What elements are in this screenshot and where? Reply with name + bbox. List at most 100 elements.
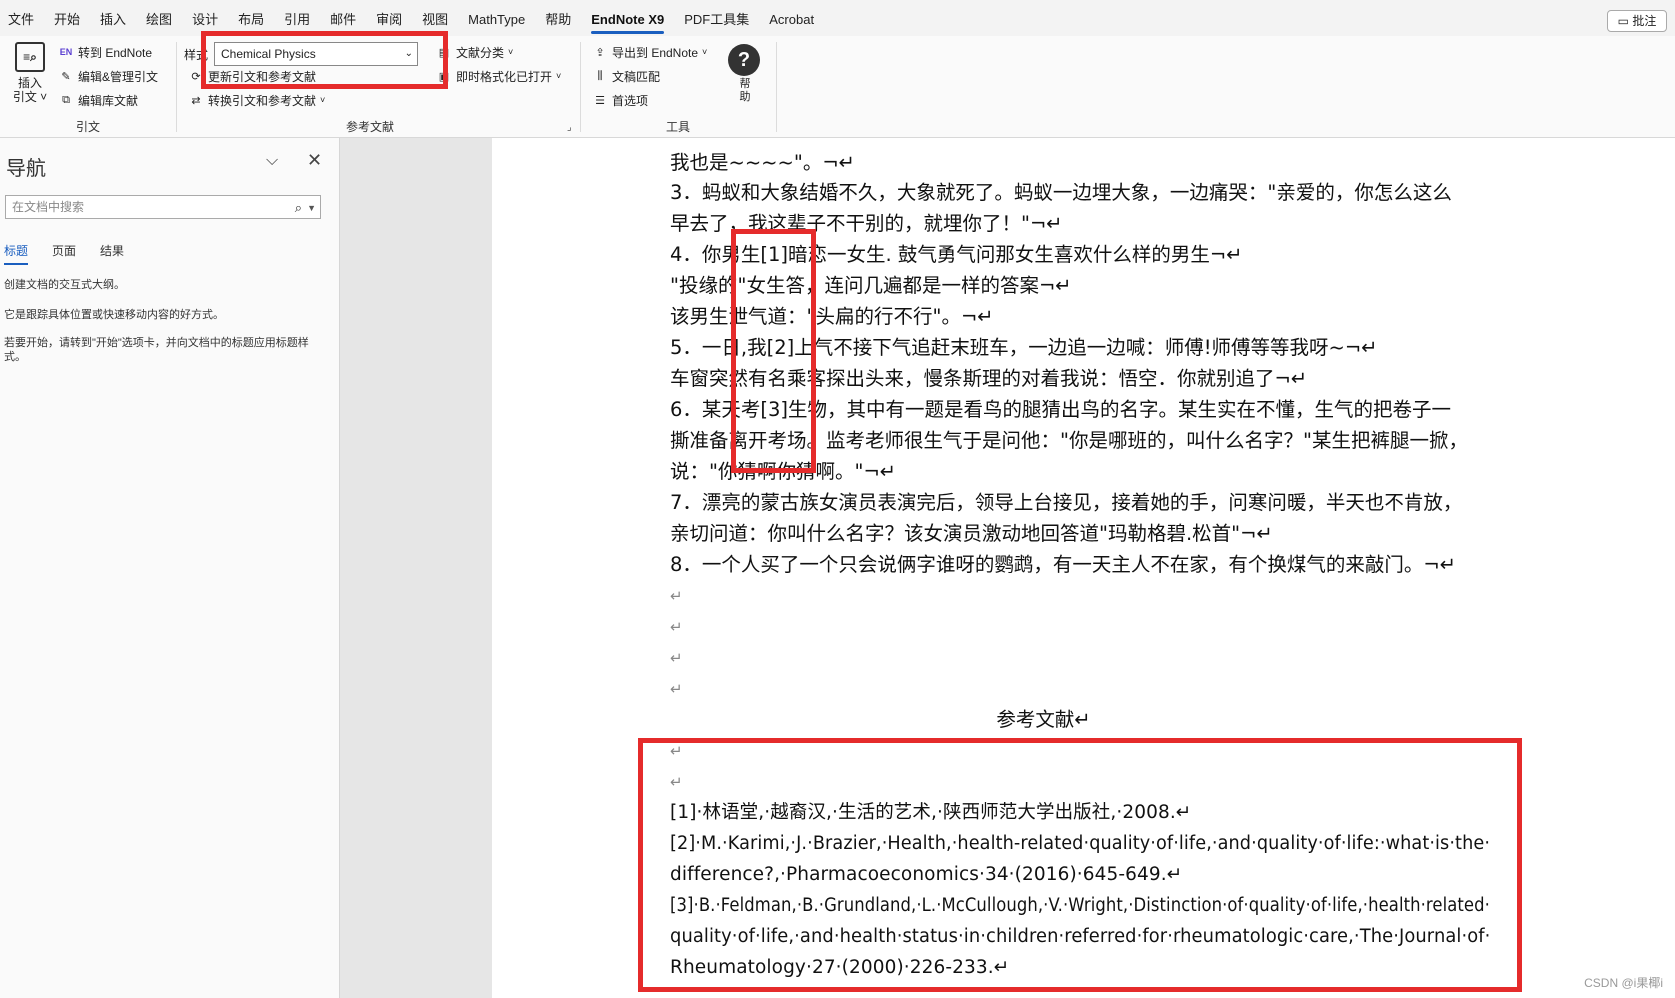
ribbon-separator [580,42,581,132]
reference-entry: [1]·林语堂,·越裔汉,·生活的艺术,·陕西师范大学出版社,·2008.↵ [670,802,1192,823]
export-icon: ⇪ [595,46,605,59]
doc-line: 亲切问道：你叫什么名字？该女演员激动地回答道"玛勒格碧.松首"¬↵ [670,522,1273,545]
tab-mailings[interactable]: 邮件 [320,0,366,36]
nav-tab-results[interactable]: 结果 [100,242,124,265]
edit-manage-citations-button[interactable]: ✎ 编辑&管理引文 [58,66,158,86]
ribbon: ≡⌕ 插入 引文 ˅ EN 转到 EndNote ✎ 编辑&管理引文 ⧉ 编辑库… [0,36,1675,138]
insert-citation-icon: ≡⌕ [15,42,45,72]
manuscript-matcher-button[interactable]: ⫼ 文稿匹配 [592,66,660,86]
tab-endnote[interactable]: EndNote X9 [581,0,674,36]
tab-design[interactable]: 设计 [182,0,228,36]
group-label-citations: 引文 [76,120,101,134]
preferences-button[interactable]: ☰ 首选项 [592,90,648,110]
help-button[interactable]: ? 帮 助 [728,44,762,104]
reference-entry: Rheumatology·27·(2000)·226-233.↵ [670,957,1010,978]
paragraph-mark: ↵ [670,618,683,636]
chevron-down-icon: ⌄ [404,48,413,59]
comment-icon: ▭ [1617,14,1629,28]
group-label-bibliography: 参考文献 [346,120,395,134]
edit-library-icon: ⧉ [62,93,70,106]
nav-help-text: 若要开始，请转到"开始"选项卡，并向文档中的标题应用标题样式。 [4,337,309,363]
paragraph-mark: ↵ [670,649,683,667]
doc-line: 6．某天考[3]生物，其中有一题是看鸟的腿猜出鸟的名字。某生实在不懂，生气的把卷… [670,398,1452,421]
edit-citation-icon: ✎ [61,70,71,83]
tab-help[interactable]: 帮助 [535,0,581,36]
tab-layout[interactable]: 布局 [228,0,274,36]
tab-insert[interactable]: 插入 [90,0,136,36]
close-icon[interactable]: ✕ [307,150,322,171]
goto-endnote-button[interactable]: EN 转到 EndNote [58,42,152,62]
chevron-down-icon: ˅ [702,47,708,57]
nav-search-input[interactable]: 在文档中搜索 ⌕ ▼ [5,195,321,219]
paragraph-mark: ↵ [670,587,683,605]
reference-entry: [2]·M.·Karimi,·J.·Brazier,·Health,·healt… [670,833,1491,854]
navigation-pane: 导航 ⌵ ✕ 在文档中搜索 ⌕ ▼ 标题 页面 结果 创建文档的交互式大纲。 它… [0,138,340,998]
update-icon: ⟳ [191,70,201,83]
references-heading: 参考文献↵ [996,708,1091,731]
endnote-icon: EN [59,47,73,57]
doc-line: 5．一日,我[2]上气不接下气追赶末班车，一边追一边喊：师傅!师傅等等我呀~¬↵ [670,336,1378,359]
doc-line: "投缘的"女生答，连问几遍都是一样的答案¬↵ [670,274,1072,297]
categorize-refs-button[interactable]: ▤ 文献分类 ˅ [436,42,513,62]
reference-entry: quality·of·life,·and·health·status·in·ch… [670,926,1491,947]
doc-line: 7．漂亮的蒙古族女演员表演完后，领导上台接见，接着她的手，问寒问暖，半天也不肯放… [670,491,1463,514]
preferences-icon: ☰ [595,94,605,107]
watermark: CSDN @i果椰i [1584,976,1663,990]
doc-line: 撕准备离开考场。监考老师很生气于是问他："你是哪班的，叫什么名字？"某生把裤腿一… [670,429,1468,452]
instant-format-button[interactable]: ▣ 即时格式化已打开 ˅ [436,66,561,86]
tab-view[interactable]: 视图 [412,0,458,36]
nav-title: 导航 [6,158,46,180]
nav-tab-pages[interactable]: 页面 [52,242,76,265]
paragraph-mark: ↵ [670,773,683,791]
doc-line: 说："你猜啊你猜啊。"¬↵ [670,460,897,483]
ribbon-separator [776,42,777,132]
help-icon: ? [728,44,760,76]
update-citations-button[interactable]: ⟳ 更新引文和参考文献 [188,66,316,86]
tab-mathtype[interactable]: MathType [458,0,535,36]
search-icon[interactable]: ⌕ [295,197,302,219]
tab-pdf-tools[interactable]: PDF工具集 [674,0,759,36]
edit-library-refs-button[interactable]: ⧉ 编辑库文献 [58,90,138,110]
paragraph-mark: ↵ [670,742,683,760]
nav-help-text: 创建文档的交互式大纲。 [4,279,125,291]
matcher-icon: ⫼ [597,69,603,82]
tab-review[interactable]: 审阅 [366,0,412,36]
style-select[interactable]: Chemical Physics ⌄ [214,42,418,66]
tab-home[interactable]: 开始 [44,0,90,36]
doc-line: 4．你男生[1]暗恋一女生. 鼓气勇气问那女生喜欢什么样的男生¬↵ [670,243,1243,266]
nav-help-text: 它是跟踪具体位置或快速移动内容的好方式。 [4,309,224,321]
nav-tab-headings[interactable]: 标题 [4,242,29,265]
style-label: 样式 [184,47,209,62]
convert-icon: ⇄ [191,94,201,107]
paragraph-mark: ↵ [670,680,683,698]
chevron-down-icon[interactable]: ⌵ [266,152,278,170]
reference-entry: [3]·B.·Feldman,·B.·Grundland,·L.·McCullo… [670,895,1490,916]
export-to-endnote-button[interactable]: ⇪ 导出到 EndNote ˅ [592,42,707,62]
doc-line: 8．一个人买了一个只会说俩字谁呀的鹦鹉，有一天主人不在家，有个换煤气的来敲门。¬… [670,553,1457,576]
instant-format-icon: ▣ [438,70,450,83]
insert-citation-button[interactable]: ≡⌕ 插入 引文 ˅ [10,42,50,112]
comment-button[interactable]: ▭ 批注 [1607,10,1667,32]
doc-line: 3．蚂蚁和大象结婚不久，大象就死了。蚂蚁一边埋大象，一边痛哭："亲爱的，你怎么这… [670,181,1452,204]
menu-bar: 文件 开始 插入 绘图 设计 布局 引用 邮件 审阅 视图 MathType 帮… [0,0,1675,36]
categorize-icon: ▤ [438,46,450,59]
reference-entry: difference?,·Pharmacoeconomics·34·(2016)… [670,864,1183,885]
doc-line: 车窗突然有名乘客探出头来，慢条斯理的对着我说：悟空．你就别追了¬↵ [670,367,1308,390]
chevron-down-icon[interactable]: ▼ [307,197,316,219]
tab-file[interactable]: 文件 [0,0,44,36]
tab-acrobat[interactable]: Acrobat [759,0,824,36]
document-margin [340,138,492,998]
doc-line: 该男生泄气道："头扁的行不行"。¬↵ [670,305,994,328]
chevron-down-icon: ˅ [320,95,326,105]
chevron-down-icon: ˅ [508,47,514,57]
ribbon-separator [176,42,177,132]
tab-draw[interactable]: 绘图 [136,0,182,36]
doc-line: 早去了，我这辈子不干别的，就埋你了！"¬↵ [670,212,1063,235]
dialog-launcher-icon[interactable]: ⌟ [567,122,572,133]
tab-references[interactable]: 引用 [274,0,320,36]
convert-citations-button[interactable]: ⇄ 转换引文和参考文献 ˅ [188,90,325,110]
doc-line: 我也是~~~~"。¬↵ [670,151,856,174]
chevron-down-icon: ˅ [556,71,562,81]
nav-tabs: 标题 页面 结果 [4,242,148,265]
group-label-tools: 工具 [666,120,691,134]
